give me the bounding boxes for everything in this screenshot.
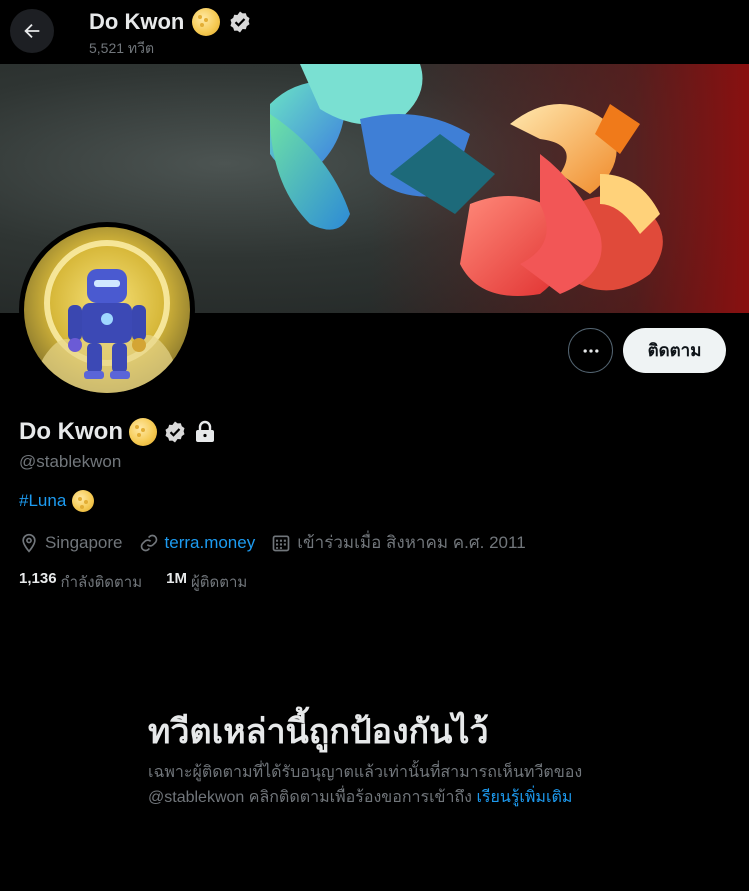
header-name: Do Kwon (89, 9, 185, 34)
hashtag-link[interactable]: #Luna (19, 491, 66, 511)
more-icon (583, 348, 598, 353)
profile-bio: #Luna (19, 490, 95, 512)
location-item: Singapore (19, 533, 123, 553)
location-icon (22, 533, 36, 553)
moon-emoji-icon (128, 418, 157, 446)
banner-artwork (270, 64, 663, 296)
website-item: terra.money (139, 533, 256, 553)
profile-handle: @stablekwon (19, 452, 122, 471)
following-label: กำลังติดตาม (60, 574, 143, 591)
followers-label: ผู้ติดตาม (190, 574, 248, 591)
verified-badge-icon (230, 11, 250, 33)
follow-button[interactable]: ติดตาม (623, 328, 726, 373)
moon-emoji-icon (72, 490, 95, 512)
header-name-row: Do Kwon (89, 8, 252, 36)
joined-text: เข้าร่วมเมื่อ สิงหาคม ค.ศ. 2011 (297, 533, 526, 552)
location-text: Singapore (45, 532, 123, 552)
lock-icon (195, 420, 214, 442)
website-link[interactable]: terra.money (165, 533, 256, 553)
top-bar: Do Kwon 5,521 ทวีต (0, 0, 749, 64)
profile-banner[interactable] (0, 64, 749, 313)
calendar-icon (272, 535, 290, 551)
followers-count: 1M (166, 570, 187, 587)
protected-message: เฉพาะผู้ติดตามที่ได้รับอนุญาตแล้วเท่านั้… (148, 760, 608, 810)
profile-name-row: Do Kwon (19, 418, 217, 446)
display-name: Do Kwon (19, 418, 123, 445)
more-options-button[interactable] (568, 328, 613, 373)
link-icon (140, 534, 157, 551)
following-stat[interactable]: 1,136 กำลังติดตาม (19, 570, 142, 594)
moon-emoji-icon (192, 8, 221, 36)
back-arrow-icon (24, 23, 40, 39)
protected-title: ทวีตเหล่านี้ถูกป้องกันไว้ (148, 713, 489, 751)
tweet-count: 5,521 ทวีต (89, 40, 155, 56)
following-count: 1,136 (19, 570, 57, 587)
profile-meta: Singapore terra.money เข้าร่วมเมื่อ สิงห… (19, 529, 542, 556)
follow-stats: 1,136 กำลังติดตาม 1M ผู้ติดตาม (19, 570, 271, 594)
joined-item: เข้าร่วมเมื่อ สิงหาคม ค.ศ. 2011 (271, 529, 526, 556)
verified-badge-icon[interactable] (163, 420, 187, 444)
followers-stat[interactable]: 1M ผู้ติดตาม (166, 570, 247, 594)
learn-more-link[interactable]: เรียนรู้เพิ่มเติม (476, 789, 572, 806)
back-button[interactable] (10, 9, 54, 53)
